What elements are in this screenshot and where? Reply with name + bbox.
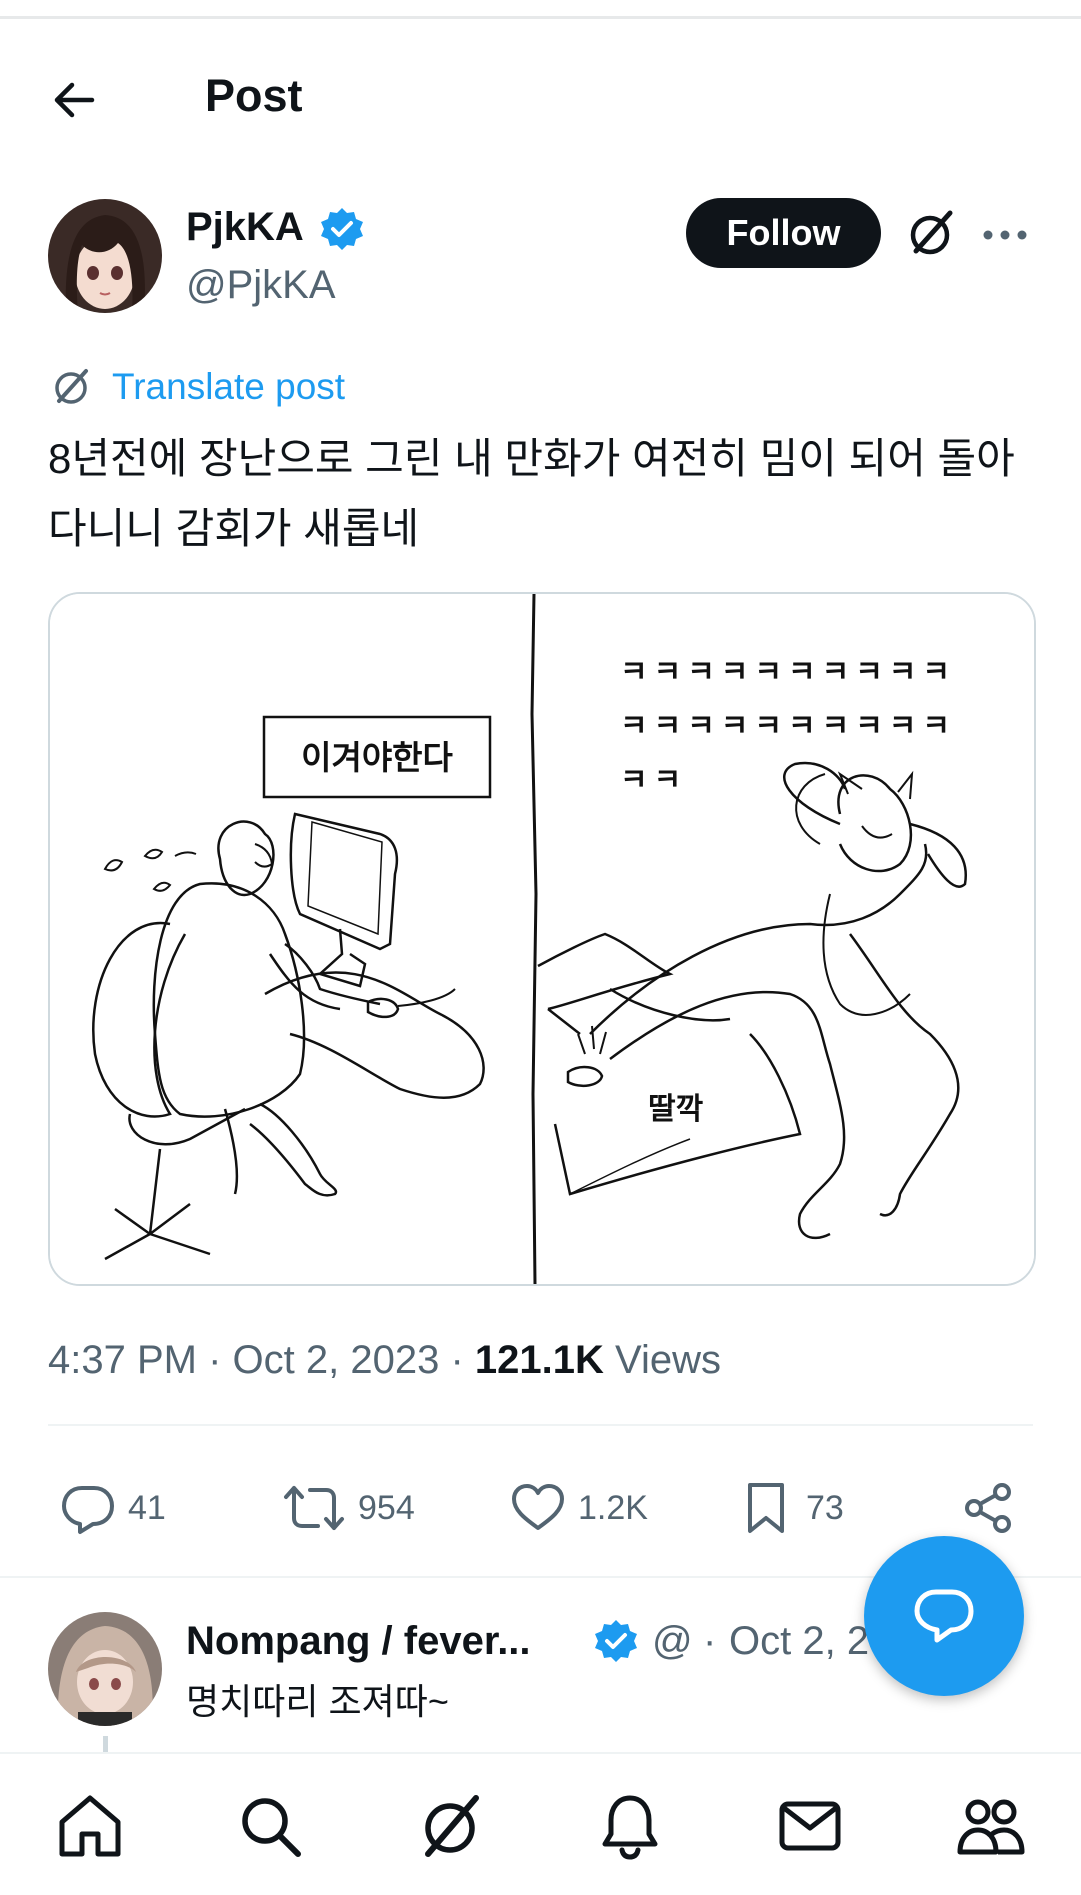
reply-text: 명치따리 조져따~ — [186, 1681, 449, 1722]
reply-date: Oct 2, 2 — [729, 1619, 870, 1663]
nav-grok[interactable] — [414, 1790, 486, 1862]
post-image[interactable]: 이겨야한다 ㅋㅋㅋㅋㅋㅋㅋㅋㅋㅋ ㅋㅋㅋㅋㅋㅋㅋㅋㅋㅋ ㅋㅋ 딸깍 — [48, 592, 1036, 1286]
laugh-text-line-1: ㅋㅋㅋㅋㅋㅋㅋㅋㅋㅋ — [620, 655, 956, 690]
page-title: Post — [205, 70, 303, 121]
home-icon — [59, 1795, 121, 1857]
views-label: Views — [615, 1338, 721, 1382]
grok-icon — [55, 369, 88, 404]
reply-handle[interactable]: @ — [652, 1614, 693, 1668]
nav-home[interactable] — [54, 1790, 126, 1862]
more-horizontal-icon — [983, 230, 1027, 240]
post-time: 4:37 PM — [48, 1338, 197, 1382]
bottom-navigation — [0, 1752, 1081, 1895]
author-handle[interactable]: @PjkKA — [186, 260, 336, 310]
action-bar: 41 954 1.2K 73 — [48, 1470, 1033, 1546]
bookmark-button[interactable]: 73 — [738, 1470, 844, 1546]
new-reply-icon — [914, 1589, 974, 1643]
author-avatar[interactable] — [48, 199, 162, 313]
like-count: 1.2K — [578, 1488, 648, 1527]
comment-icon — [62, 1486, 114, 1534]
communities-icon — [957, 1799, 1025, 1855]
author-name[interactable]: PjkKA — [186, 202, 304, 252]
repost-button[interactable]: 954 — [282, 1470, 415, 1546]
share-button[interactable] — [960, 1470, 1016, 1546]
grok-icon — [910, 210, 953, 255]
reply-button[interactable]: 41 — [60, 1470, 166, 1546]
laugh-text-line-3: ㅋㅋ — [620, 763, 687, 798]
bookmark-count: 73 — [806, 1488, 844, 1527]
bookmark-icon — [748, 1483, 784, 1533]
back-button[interactable] — [44, 70, 104, 130]
nav-communities[interactable] — [954, 1790, 1026, 1862]
search-icon — [242, 1798, 301, 1857]
more-options-button[interactable] — [980, 210, 1030, 260]
like-button[interactable]: 1.2K — [510, 1470, 648, 1546]
nav-notifications[interactable] — [594, 1790, 666, 1862]
reply-separator: · — [703, 1619, 717, 1663]
messages-icon — [779, 1801, 841, 1851]
heart-icon — [512, 1484, 564, 1530]
post-text: 8년전에 장난으로 그린 내 만화가 여전히 밈이 되어 돌아다니니 감회가 새… — [48, 435, 1015, 552]
laugh-text-line-2: ㅋㅋㅋㅋㅋㅋㅋㅋㅋㅋ — [620, 709, 956, 744]
status-divider — [0, 16, 1081, 19]
nav-search[interactable] — [234, 1790, 306, 1862]
grok-icon — [425, 1795, 479, 1857]
post-meta: 4:37 PM · Oct 2, 2023 · 121.1K Views — [48, 1338, 721, 1382]
nav-messages[interactable] — [774, 1790, 846, 1862]
verified-badge-icon — [318, 205, 366, 253]
compose-reply-button[interactable] — [864, 1536, 1024, 1696]
reply-count: 41 — [128, 1488, 166, 1527]
click-sound-text: 딸깍 — [648, 1092, 704, 1127]
arrow-left-icon — [54, 82, 95, 118]
reply-author-name[interactable]: Nompang / fever... — [186, 1614, 531, 1668]
notifications-icon — [602, 1795, 658, 1860]
translate-label: Translate post — [112, 366, 346, 407]
views-count: 121.1K — [474, 1338, 604, 1382]
verified-badge-icon — [592, 1617, 640, 1665]
share-icon — [965, 1483, 1011, 1533]
follow-button[interactable]: Follow — [686, 198, 881, 268]
comic-caption: 이겨야한다 — [301, 738, 453, 777]
reply-avatar[interactable] — [48, 1612, 162, 1726]
repost-icon — [284, 1486, 344, 1530]
top-bar: Post — [0, 30, 1081, 154]
post-date: Oct 2, 2023 — [232, 1338, 440, 1382]
comic-drawing: 이겨야한다 ㅋㅋㅋㅋㅋㅋㅋㅋㅋㅋ ㅋㅋㅋㅋㅋㅋㅋㅋㅋㅋ ㅋㅋ 딸깍 — [50, 594, 1034, 1284]
repost-count: 954 — [358, 1488, 415, 1527]
grok-button[interactable] — [902, 205, 958, 261]
divider — [48, 1424, 1033, 1426]
translate-post-link[interactable]: Translate post — [48, 362, 345, 412]
